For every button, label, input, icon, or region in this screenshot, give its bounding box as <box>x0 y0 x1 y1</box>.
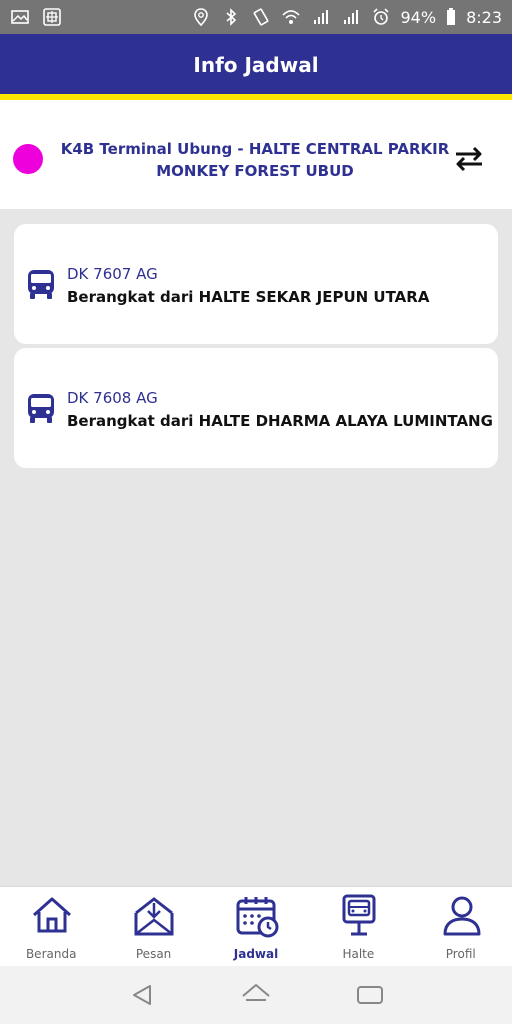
nav-label: Halte <box>342 947 375 961</box>
profile-icon <box>443 896 481 936</box>
home-outline-icon[interactable] <box>241 982 271 1008</box>
nav-item-jadwal[interactable]: Jadwal <box>205 887 307 966</box>
screen-mirror-icon <box>43 8 61 26</box>
vibrate-icon <box>253 8 268 26</box>
app-header: Info Jadwal <box>0 34 512 96</box>
nav-label: Pesan <box>135 947 172 961</box>
signal-icon-2 <box>343 10 358 24</box>
nav-label: Beranda <box>25 947 77 961</box>
back-icon[interactable] <box>128 982 158 1008</box>
recents-icon[interactable] <box>355 982 385 1008</box>
location-icon <box>193 8 208 27</box>
bottom-nav: Beranda Pesan Jadwal Halte Profil <box>0 886 512 966</box>
alarm-icon <box>372 8 389 25</box>
status-bar: 94% 8:23 <box>0 0 512 34</box>
nav-item-halte[interactable]: Halte <box>307 887 409 966</box>
battery-level: 94% <box>400 7 437 27</box>
inbox-icon <box>134 897 174 936</box>
departure-text: Berangkat dari HALTE SEKAR JEPUN UTARA <box>67 288 430 306</box>
swap-arrows-icon[interactable] <box>452 144 486 174</box>
signal-icon-1 <box>313 10 328 24</box>
route-panel: K4B Terminal Ubung - HALTE CENTRAL PARKI… <box>0 100 512 209</box>
bus-plate-number: DK 7608 AG <box>67 389 158 407</box>
bus-plate-number: DK 7607 AG <box>67 265 158 283</box>
battery-icon <box>447 8 456 25</box>
bus-stop-icon <box>342 894 376 936</box>
bus-icon <box>28 394 54 423</box>
home-icon <box>33 897 71 933</box>
page-title: Info Jadwal <box>193 53 319 77</box>
calendar-clock-icon <box>236 897 279 938</box>
route-name: K4B Terminal Ubung - HALTE CENTRAL PARKI… <box>60 140 450 180</box>
schedule-card[interactable]: DK 7607 AG Berangkat dari HALTE SEKAR JE… <box>14 224 498 344</box>
bluetooth-icon <box>225 8 236 26</box>
nav-item-profil[interactable]: Profil <box>410 887 512 966</box>
clock-time: 8:23 <box>466 7 502 27</box>
nav-label: Profil <box>445 947 476 961</box>
nav-label: Jadwal <box>233 947 279 961</box>
image-icon <box>11 10 29 24</box>
route-color-dot <box>13 144 43 174</box>
nav-item-beranda[interactable]: Beranda <box>0 887 102 966</box>
schedule-card[interactable]: DK 7608 AG Berangkat dari HALTE DHARMA A… <box>14 348 498 468</box>
bus-icon <box>28 270 54 299</box>
nav-item-pesan[interactable]: Pesan <box>102 887 204 966</box>
system-nav-bar <box>0 966 512 1024</box>
wifi-icon <box>281 10 300 24</box>
departure-text: Berangkat dari HALTE DHARMA ALAYA LUMINT… <box>67 412 493 430</box>
